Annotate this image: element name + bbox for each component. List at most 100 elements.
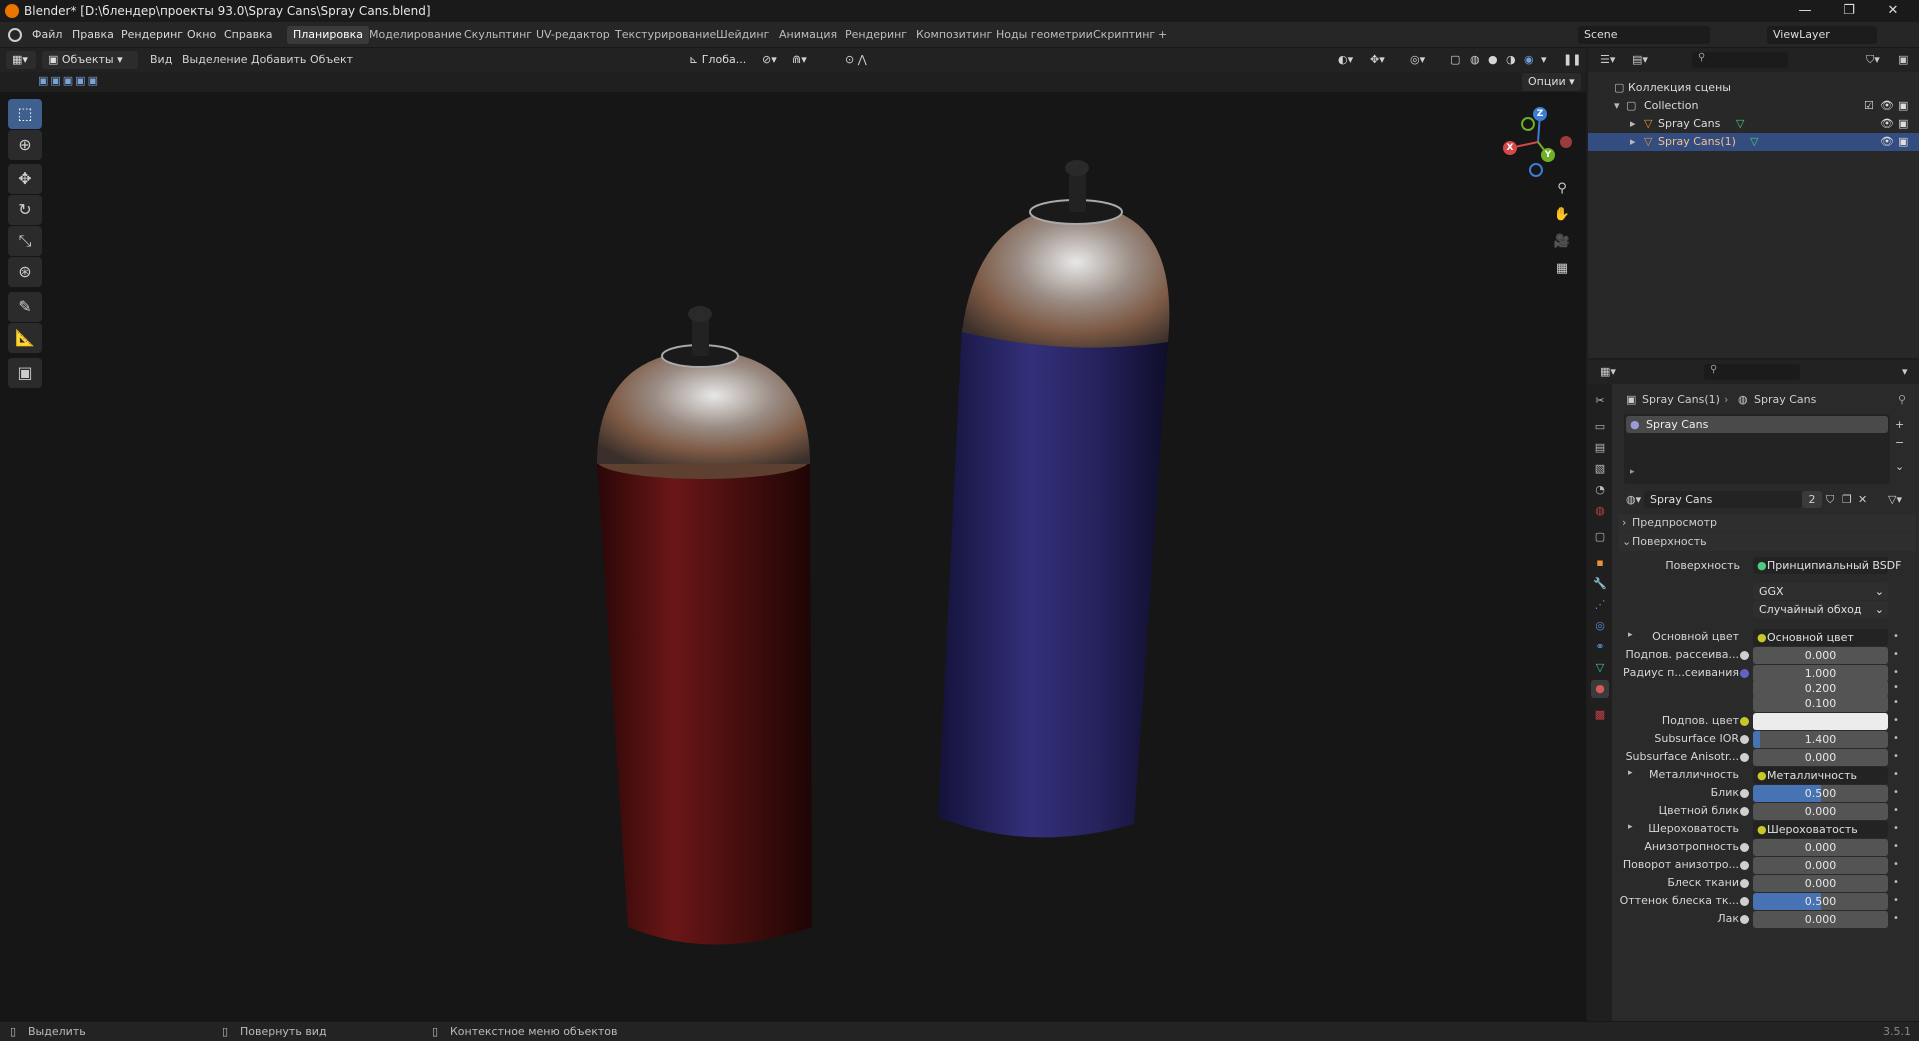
tab-uv[interactable]: UV-редактор: [530, 26, 616, 44]
material-tab-icon[interactable]: ●: [1591, 680, 1609, 698]
texture-tab-icon[interactable]: ▩: [1591, 706, 1609, 724]
keyframe-dot-icon[interactable]: •: [1893, 751, 1899, 762]
slot-menu-icon[interactable]: ⌄: [1895, 460, 1904, 473]
pin-icon[interactable]: ⚲: [1898, 393, 1906, 406]
eye-icon[interactable]: 👁: [1880, 135, 1894, 148]
tab-animation[interactable]: Анимация: [773, 26, 843, 44]
solid-shading-icon[interactable]: ●: [1488, 53, 1498, 66]
render-tab-icon[interactable]: ▭: [1591, 418, 1609, 436]
value-field[interactable]: 0.500: [1753, 893, 1888, 910]
keyframe-dot-icon[interactable]: •: [1893, 913, 1899, 924]
value-field[interactable]: 0.000: [1753, 803, 1888, 820]
menu-window[interactable]: Окно: [187, 28, 216, 41]
socket-icon[interactable]: [1740, 651, 1749, 660]
expand-icon[interactable]: ▸: [1628, 768, 1633, 778]
perspective-toggle-icon[interactable]: ▦: [1551, 258, 1573, 280]
distribution-dropdown[interactable]: GGX ⌄: [1753, 583, 1888, 600]
expand-icon[interactable]: ▸: [1630, 135, 1636, 148]
tool-tab-icon[interactable]: ✂: [1591, 392, 1609, 410]
new-collection-icon[interactable]: ▣: [1898, 53, 1908, 66]
camera-icon[interactable]: ▣: [1898, 99, 1908, 112]
tab-modeling[interactable]: Моделирование: [363, 26, 468, 44]
camera-view-icon[interactable]: 🎥: [1551, 231, 1573, 253]
tab-rendering[interactable]: Рендеринг: [839, 26, 913, 44]
gizmo-z-axis[interactable]: Z: [1533, 107, 1547, 121]
tab-shading[interactable]: Шейдинг: [710, 26, 775, 44]
socket-icon[interactable]: [1740, 735, 1749, 744]
select-mode-icons[interactable]: ▣▣▣▣▣: [38, 74, 100, 87]
modifier-tab-icon[interactable]: 🔧: [1591, 575, 1609, 593]
keyframe-dot-icon[interactable]: •: [1893, 667, 1899, 678]
value-field[interactable]: 0.000: [1753, 875, 1888, 892]
object-tab-icon[interactable]: ▪: [1591, 554, 1609, 572]
add-workspace-button[interactable]: +: [1152, 26, 1173, 44]
socket-icon[interactable]: [1740, 915, 1749, 924]
options-dropdown[interactable]: Опции ▾: [1522, 73, 1581, 91]
tab-sculpting[interactable]: Скульптинг: [458, 26, 538, 44]
overlay-icon[interactable]: ◎▾: [1410, 53, 1425, 66]
add-slot-icon[interactable]: +: [1895, 418, 1904, 431]
rendered-shading-icon[interactable]: ◉: [1524, 53, 1534, 66]
eye-icon[interactable]: 👁: [1880, 99, 1894, 112]
value-field[interactable]: 0.000: [1753, 911, 1888, 928]
mesh-data-icon[interactable]: ▽: [1736, 117, 1744, 130]
particles-tab-icon[interactable]: ⋰: [1591, 596, 1609, 614]
visibility-icon[interactable]: ◐▾: [1338, 53, 1353, 66]
expand-icon[interactable]: ▸: [1630, 117, 1636, 130]
value-field[interactable]: 1.400: [1753, 731, 1888, 748]
maximize-button[interactable]: ❐: [1834, 3, 1864, 18]
mode-selector[interactable]: ▣ Объекты ▾: [42, 51, 138, 69]
menu-select[interactable]: Выделение: [182, 53, 248, 66]
expand-icon[interactable]: ▸: [1628, 630, 1633, 640]
output-tab-icon[interactable]: ▤: [1591, 439, 1609, 457]
value-field[interactable]: 0.000: [1753, 839, 1888, 856]
menu-object[interactable]: Объект: [310, 53, 353, 66]
socket-icon[interactable]: [1740, 717, 1749, 726]
wireframe-shading-icon[interactable]: ◍: [1470, 53, 1480, 66]
menu-render[interactable]: Рендеринг: [121, 28, 183, 41]
value-field[interactable]: 0.500: [1753, 785, 1888, 802]
snap-icon[interactable]: ⋒▾: [792, 53, 807, 66]
menu-view[interactable]: Вид: [150, 53, 172, 66]
blue-spray-can[interactable]: [938, 160, 1170, 838]
socket-icon[interactable]: [1740, 753, 1749, 762]
menu-file[interactable]: Файл: [32, 28, 62, 41]
keyframe-dot-icon[interactable]: •: [1893, 787, 1899, 798]
fake-user-icon[interactable]: ⛉: [1826, 493, 1834, 507]
data-tab-icon[interactable]: ▽: [1591, 659, 1609, 677]
keyframe-dot-icon[interactable]: •: [1893, 895, 1899, 906]
close-button[interactable]: ✕: [1878, 3, 1908, 18]
mesh-data-icon[interactable]: ▽: [1750, 135, 1758, 148]
remove-slot-icon[interactable]: −: [1895, 436, 1904, 449]
gizmo-x-axis[interactable]: X: [1503, 141, 1517, 155]
linked-socket-field[interactable]: ● Шероховатость: [1753, 821, 1888, 838]
socket-icon[interactable]: [1740, 897, 1749, 906]
menu-add[interactable]: Добавить: [251, 53, 306, 66]
duplicate-icon[interactable]: ❐: [1842, 493, 1852, 506]
keyframe-dot-icon[interactable]: •: [1893, 697, 1899, 708]
value-field[interactable]: 0.000: [1753, 749, 1888, 766]
view-layer-tab-icon[interactable]: ▧: [1591, 460, 1609, 478]
tab-layout[interactable]: Планировка: [287, 26, 369, 44]
socket-icon[interactable]: [1740, 807, 1749, 816]
expand-icon[interactable]: ▸: [1628, 822, 1633, 832]
outliner-editor-type-icon[interactable]: ☰▾: [1600, 53, 1615, 66]
tab-texturing[interactable]: Текстурирование: [609, 26, 722, 44]
minimize-button[interactable]: —: [1790, 3, 1820, 18]
menu-help[interactable]: Справка: [224, 28, 272, 41]
outliner-item[interactable]: ▸ ▽ Spray Cans(1) ▽ 👁 ▣: [1588, 133, 1919, 151]
scene-collection-row[interactable]: ▢ Коллекция сцены: [1588, 79, 1919, 97]
keyframe-dot-icon[interactable]: •: [1893, 769, 1899, 780]
outliner-item[interactable]: ▸ ▽ Spray Cans ▽ 👁 ▣: [1588, 115, 1919, 133]
linked-socket-field[interactable]: ● Основной цвет: [1753, 629, 1888, 646]
keyframe-dot-icon[interactable]: •: [1893, 859, 1899, 870]
keyframe-dot-icon[interactable]: •: [1893, 841, 1899, 852]
transform-orientation[interactable]: ⊾ Глоба...: [683, 51, 753, 69]
filter-icon[interactable]: ⛉▾: [1866, 53, 1880, 67]
properties-editor-type-icon[interactable]: ▦▾: [1600, 365, 1616, 378]
chevron-down-icon[interactable]: ▾: [1902, 365, 1908, 378]
keyframe-dot-icon[interactable]: •: [1893, 649, 1899, 660]
camera-icon[interactable]: ▣: [1898, 135, 1908, 148]
preview-panel[interactable]: › Предпросмотр: [1618, 514, 1916, 532]
proportional-icon[interactable]: ⊙ ⋀: [845, 53, 867, 66]
